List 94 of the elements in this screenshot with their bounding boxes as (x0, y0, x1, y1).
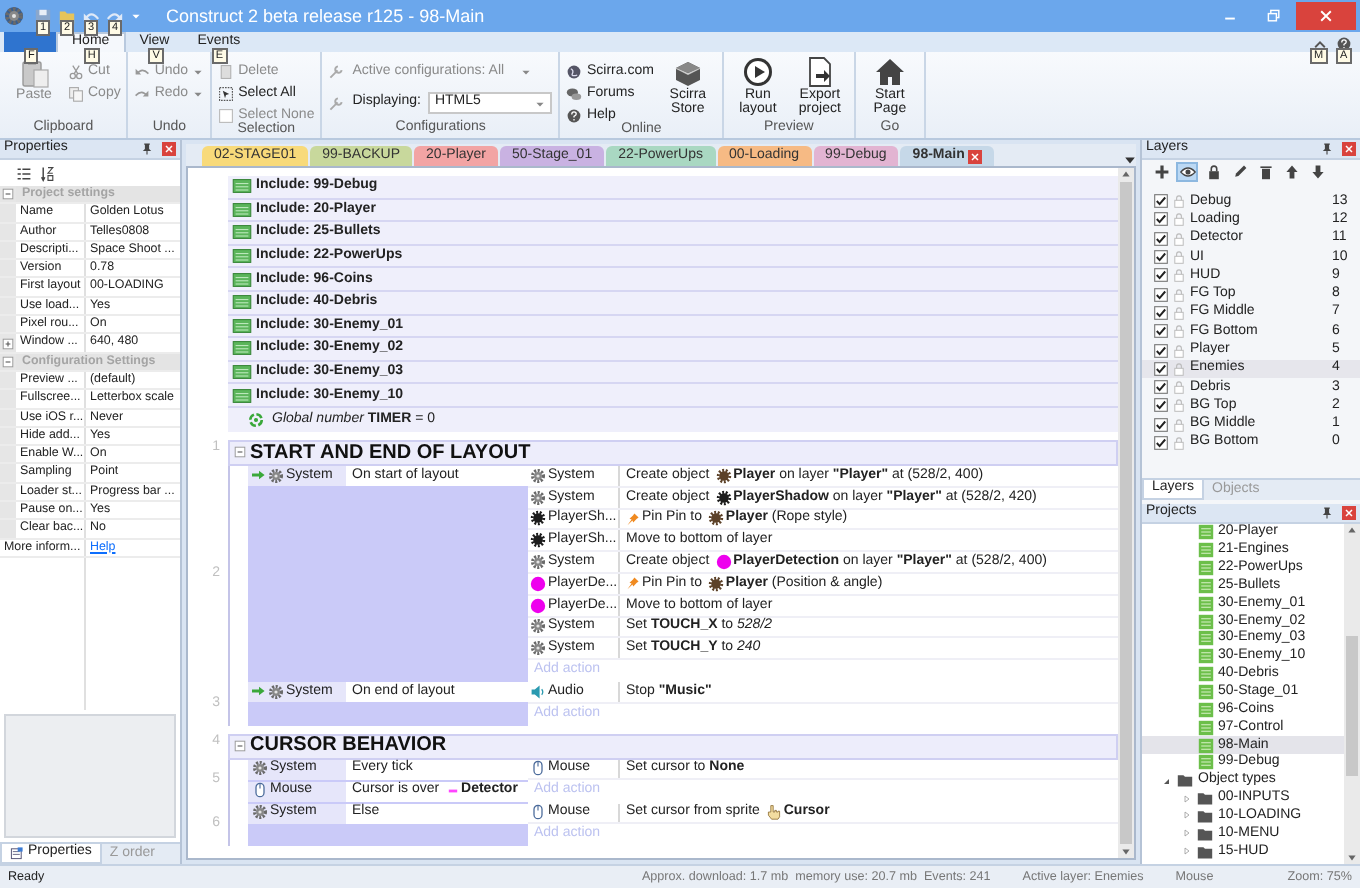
caret-icon (534, 97, 547, 109)
close-icon (970, 151, 981, 161)
close-button[interactable] (1296, 2, 1356, 30)
checkbox[interactable] (1154, 398, 1168, 413)
categorized-icon[interactable] (16, 165, 32, 181)
trash-icon (1257, 164, 1273, 180)
collapse-arrow-icon[interactable] (1162, 775, 1172, 786)
redo-icon[interactable] (106, 7, 124, 25)
close-button[interactable] (1342, 142, 1356, 156)
scrollbar[interactable] (1118, 168, 1134, 858)
box-icon (671, 56, 704, 88)
pin-icon[interactable] (140, 142, 154, 156)
collapse-icon[interactable] (2, 355, 14, 368)
sheet-icon (232, 201, 252, 218)
wrench-icon (328, 64, 345, 80)
add-icon (1153, 164, 1169, 180)
sheet-icon (232, 271, 252, 288)
sheet-icon (232, 364, 252, 381)
group-title: START AND END OF LAYOUT (250, 441, 531, 465)
select-all-icon (218, 86, 235, 102)
restore-icon (1266, 8, 1282, 24)
group-title: CURSOR BEHAVIOR (250, 734, 447, 758)
caret-icon (520, 66, 533, 78)
pin-icon[interactable] (1320, 142, 1334, 156)
globe-icon (566, 64, 583, 80)
checkbox[interactable] (1154, 343, 1168, 358)
lock-icon (1205, 164, 1221, 180)
pin-icon (626, 576, 640, 591)
pin-icon[interactable] (1320, 506, 1334, 520)
sheet-icon (232, 224, 252, 241)
trash-button[interactable] (1254, 162, 1276, 182)
close-icon (164, 144, 174, 154)
home-icon (873, 56, 906, 88)
sheet-icon (232, 317, 252, 334)
close-icon (1344, 144, 1354, 154)
pencil-icon (1231, 164, 1247, 180)
scrollbar[interactable] (1344, 524, 1360, 864)
collapse-icon[interactable] (2, 188, 14, 201)
sheet-icon (232, 294, 252, 311)
checkbox-icon (218, 108, 235, 124)
checkbox[interactable] (1154, 287, 1168, 302)
gear-icon (268, 683, 284, 700)
pointer-icon (765, 804, 782, 821)
properties-icon (10, 846, 24, 860)
close-button[interactable] (968, 149, 983, 163)
eye-button[interactable] (1176, 162, 1198, 182)
sort-icon[interactable] (40, 165, 56, 181)
checkbox[interactable] (1154, 417, 1168, 432)
close-icon (1318, 8, 1334, 24)
wrench-icon (328, 95, 345, 111)
checkbox[interactable] (1154, 250, 1168, 265)
checkbox[interactable] (1154, 436, 1168, 450)
checkbox[interactable] (1154, 361, 1168, 376)
checkbox[interactable] (1154, 268, 1168, 283)
undo-icon[interactable] (82, 7, 100, 25)
sheet-icon (232, 340, 252, 357)
gear-icon (252, 804, 268, 821)
file-tab[interactable] (4, 32, 56, 52)
down-arrow-icon (1309, 164, 1325, 180)
pin-icon (626, 511, 640, 526)
gear-icon (268, 467, 284, 484)
sheet-icon (232, 387, 252, 404)
scissors-icon (68, 64, 84, 80)
speech-bubbles-icon (566, 86, 583, 102)
document-icon (218, 64, 235, 80)
close-icon (1344, 508, 1354, 518)
help-icon (566, 108, 583, 124)
checkbox[interactable] (1154, 380, 1168, 395)
close-button[interactable] (1342, 506, 1356, 520)
gear-icon (530, 554, 546, 571)
sheet-icon (232, 248, 252, 265)
clipboard-icon (18, 56, 50, 88)
checkbox[interactable] (1154, 212, 1168, 227)
mouse-icon (252, 782, 268, 799)
eye-icon (1179, 164, 1195, 180)
play-icon (741, 56, 774, 88)
copy-icon (68, 86, 84, 102)
add-button[interactable] (1150, 162, 1172, 182)
checkbox[interactable] (1154, 305, 1168, 320)
window-title: Construct 2 beta release r125 - 98-Main (166, 5, 485, 27)
close-button[interactable] (162, 142, 176, 156)
up-arrow-icon (1283, 164, 1299, 180)
app-icon (4, 6, 24, 26)
sheet-icon (232, 178, 252, 195)
undo-icon (134, 64, 151, 80)
checkbox[interactable] (1154, 194, 1168, 209)
expand-icon[interactable] (2, 337, 14, 350)
checkbox[interactable] (1154, 324, 1168, 339)
redo-icon (134, 86, 151, 102)
gear-icon (252, 760, 268, 777)
export-icon (803, 56, 836, 88)
checkbox[interactable] (1154, 231, 1168, 246)
variable-icon (248, 411, 264, 428)
speaker-icon (530, 683, 546, 700)
